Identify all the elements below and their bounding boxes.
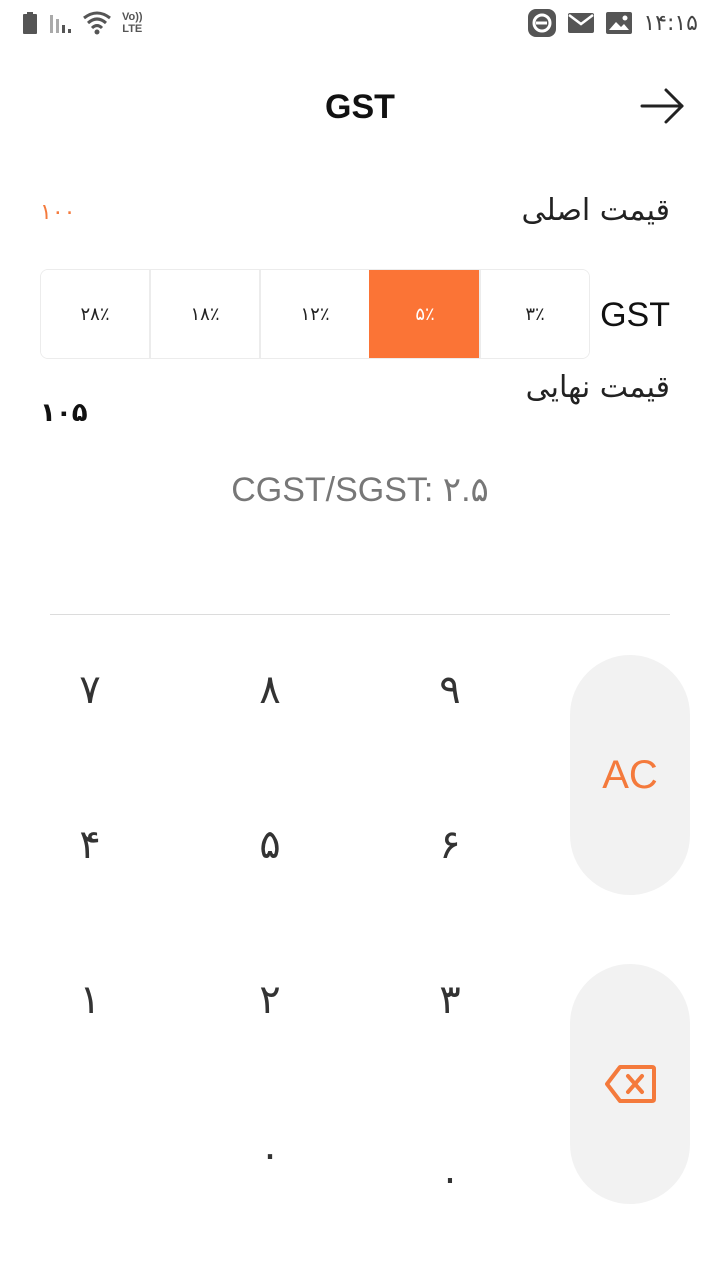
key-1[interactable]: ۱	[30, 955, 150, 1045]
key-8[interactable]: ۸	[210, 645, 330, 735]
key-9[interactable]: ۹	[390, 645, 510, 735]
cgst-sgst-text: CGST/SGST: ۲.۵	[231, 471, 489, 509]
backspace-button[interactable]	[570, 964, 690, 1204]
header: GST	[0, 60, 720, 156]
rate-option-12[interactable]: ۱۲٪	[259, 270, 369, 358]
status-time: ۱۴:۱۵	[643, 10, 698, 36]
rate-option-18[interactable]: ۱۸٪	[149, 270, 259, 358]
rate-option-28[interactable]: ۲۸٪	[41, 270, 149, 358]
key-7[interactable]: ۷	[30, 645, 150, 735]
original-price-value[interactable]: ۱۰۰	[40, 200, 75, 225]
arrow-right-icon[interactable]	[640, 86, 686, 126]
volte-indicator: Vo)) LTE	[122, 11, 143, 35]
divider	[50, 614, 670, 615]
volte-top: Vo))	[122, 11, 143, 23]
key-3[interactable]: ۳	[390, 955, 510, 1045]
key-5[interactable]: ۵	[210, 800, 330, 890]
gst-label: GST	[600, 296, 670, 334]
rate-option-5[interactable]: ۵٪	[369, 270, 479, 358]
backspace-icon	[605, 1065, 656, 1103]
final-price-value: ۱۰۵	[40, 398, 88, 428]
clear-button[interactable]: AC	[570, 655, 690, 895]
rate-option-3[interactable]: ۳٪	[479, 270, 589, 358]
key-2[interactable]: ۲	[210, 955, 330, 1045]
app-notification-icon	[528, 9, 557, 37]
gst-rate-selector: ۳٪ ۵٪ ۱۲٪ ۱۸٪ ۲۸٪	[40, 269, 590, 359]
mail-icon	[568, 13, 595, 33]
original-price-label: قیمت اصلی	[521, 193, 670, 228]
clear-label: AC	[602, 752, 658, 797]
final-price-label: قیمت نهایی	[525, 370, 670, 405]
volte-bottom: LTE	[122, 23, 143, 35]
signal-icon	[50, 15, 71, 33]
image-icon	[606, 12, 633, 34]
wifi-icon	[83, 11, 111, 35]
key-decimal[interactable]: .	[390, 1125, 510, 1215]
status-bar: Vo)) LTE ۱۴:۱۵	[0, 0, 720, 48]
key-4[interactable]: ۴	[30, 800, 150, 890]
page-title: GST	[325, 88, 395, 126]
key-0[interactable]: ۰	[210, 1110, 330, 1200]
key-6[interactable]: ۶	[390, 800, 510, 890]
battery-icon	[23, 12, 37, 34]
